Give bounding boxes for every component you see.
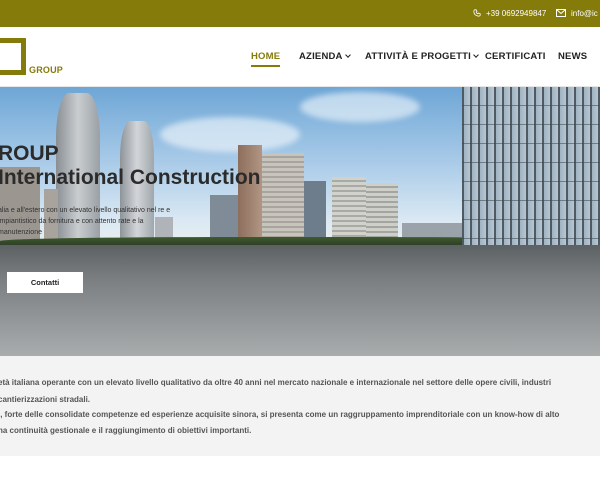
top-bar: +39 0692949847 info@ic [0, 0, 600, 27]
nav-azienda-label: AZIENDA [299, 51, 343, 62]
glass-facade [462, 87, 600, 245]
intro-text-line: na continuità gestionale e il raggiungim… [0, 426, 252, 435]
nav-attivita[interactable]: ATTIVITÀ E PROGETTI [365, 51, 479, 62]
chevron-down-icon [473, 52, 479, 58]
building [210, 195, 238, 243]
cloud [160, 117, 300, 152]
phone-number: +39 0692949847 [486, 9, 547, 18]
intro-text-line: cantierizzazioni stradali. [0, 395, 91, 404]
building [262, 153, 304, 243]
intro-text-line: ., forte delle consolidate competenze ed… [0, 410, 560, 419]
logo-text[interactable]: GROUP [29, 65, 63, 75]
hero-description: alia e all'estero con un elevato livello… [0, 207, 171, 236]
chevron-down-icon [344, 52, 351, 58]
site-header: GROUP HOME AZIENDA ATTIVITÀ E PROGETTI C… [0, 27, 600, 87]
paved-ground [0, 245, 600, 356]
mail-icon [556, 8, 566, 19]
hero-subtitle: International Construction [0, 166, 261, 189]
nav-news[interactable]: NEWS [558, 51, 587, 62]
phone-icon [473, 8, 481, 19]
nav-attivita-label: ATTIVITÀ E PROGETTI [365, 51, 472, 62]
logo-mark[interactable] [0, 38, 26, 75]
building [238, 145, 262, 243]
phone-contact[interactable]: +39 0692949847 [473, 0, 546, 27]
intro-section: età italiana operante con un elevato liv… [0, 356, 600, 456]
building [304, 181, 326, 243]
building [366, 183, 398, 243]
hero-banner: ROUP International Construction alia e a… [0, 87, 600, 356]
intro-text-line: età italiana operante con un elevato liv… [0, 378, 552, 387]
email-address: info@ic [571, 9, 598, 18]
cloud [300, 92, 420, 122]
email-contact[interactable]: info@ic [556, 0, 598, 27]
building [332, 177, 366, 243]
nav-azienda[interactable]: AZIENDA [299, 51, 351, 62]
nav-certificati[interactable]: CERTIFICATI [485, 51, 546, 62]
hero-title: ROUP [0, 142, 59, 165]
nav-home[interactable]: HOME [251, 51, 281, 67]
contatti-button[interactable]: Contatti [7, 272, 83, 293]
